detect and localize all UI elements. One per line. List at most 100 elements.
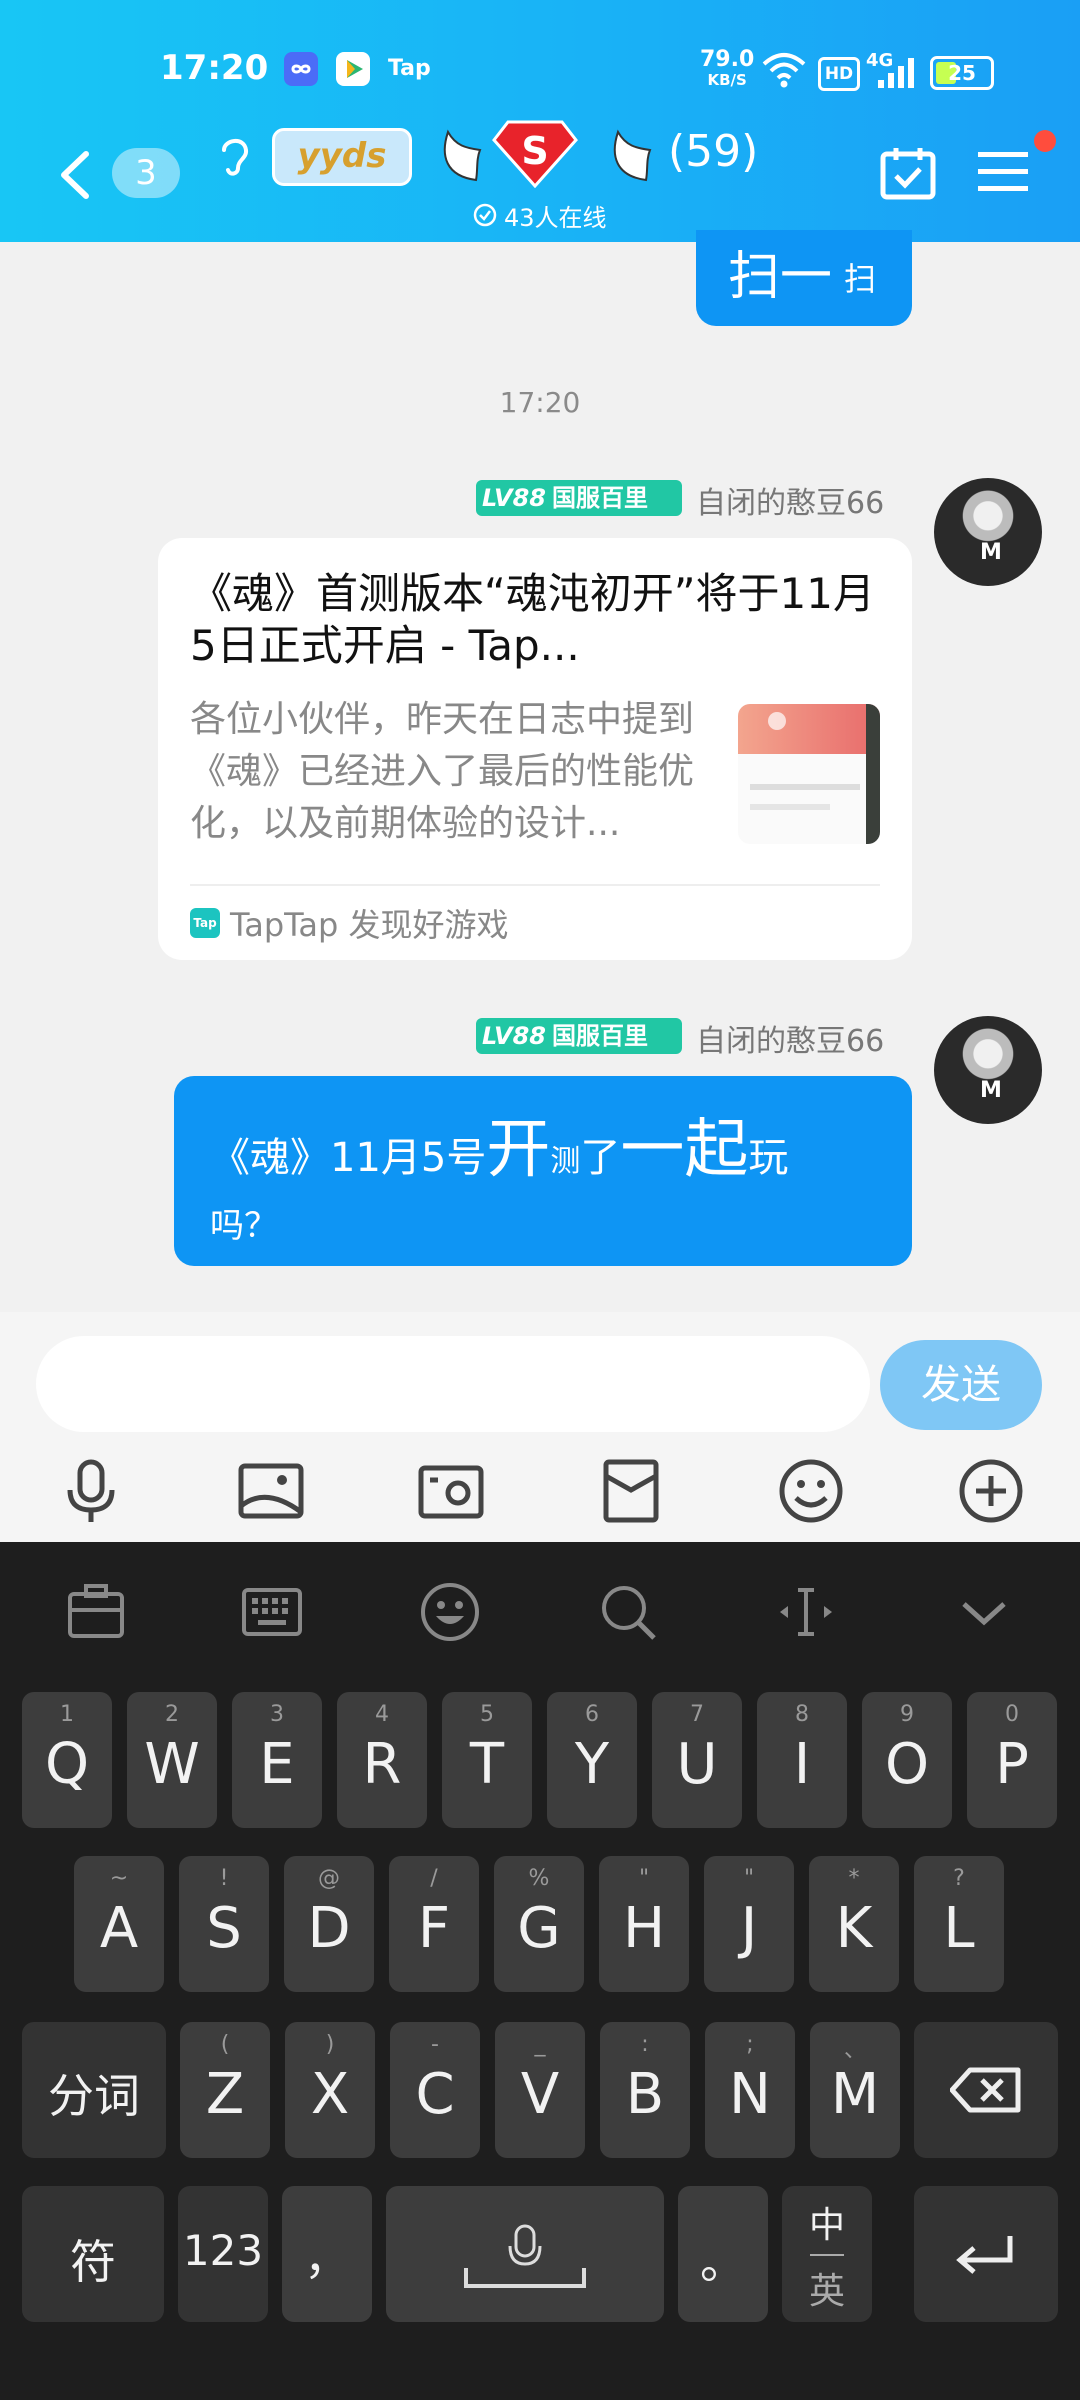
key-v[interactable]: _ V xyxy=(495,2022,585,2158)
calendar-check-icon[interactable] xyxy=(880,146,936,204)
avatar[interactable]: M xyxy=(934,478,1042,586)
key-t[interactable]: 5T xyxy=(442,1692,532,1828)
key-h[interactable]: " H xyxy=(599,1856,689,1992)
period-key[interactable]: 。 xyxy=(678,2186,768,2322)
symbol-key[interactable]: 符 xyxy=(22,2186,164,2322)
key-n[interactable]: ; N xyxy=(705,2022,795,2158)
cursor-icon[interactable] xyxy=(774,1580,838,1644)
key-hint: ? xyxy=(953,1866,965,1891)
key-label: A xyxy=(99,1896,139,1961)
key-label: C xyxy=(415,2062,455,2127)
plus-icon[interactable] xyxy=(956,1456,1026,1526)
language-switch-key[interactable]: 中 英 xyxy=(782,2186,872,2322)
key-hint: 2 xyxy=(165,1702,179,1727)
key-f[interactable]: / F xyxy=(389,1856,479,1992)
key-g[interactable]: % G xyxy=(494,1856,584,1992)
key-hint: 9 xyxy=(900,1702,914,1727)
sender-nickname[interactable]: 自闭的憨豆66 xyxy=(696,1016,884,1060)
keyboard-icon[interactable] xyxy=(240,1580,304,1644)
key-hint: " xyxy=(638,1866,650,1891)
key-hint: ( xyxy=(220,2032,230,2057)
member-count: (59) xyxy=(668,126,759,177)
key-x[interactable]: ) X xyxy=(285,2022,375,2158)
search-icon[interactable] xyxy=(596,1580,660,1644)
microphone-icon[interactable] xyxy=(56,1456,126,1526)
key-hint: 4 xyxy=(375,1702,389,1727)
key-e[interactable]: 3E xyxy=(232,1692,322,1828)
key-hint: 6 xyxy=(585,1702,599,1727)
key-p[interactable]: 0P xyxy=(967,1692,1057,1828)
taptap-icon: Tap xyxy=(190,908,220,938)
key-label: B xyxy=(625,2062,665,2127)
message-input[interactable] xyxy=(36,1336,870,1432)
online-count: 43人在线 xyxy=(504,204,607,232)
title-tag: 国服百里 xyxy=(546,480,682,516)
back-icon[interactable] xyxy=(56,148,96,206)
key-j[interactable]: " J xyxy=(704,1856,794,1992)
link-card[interactable]: 《魂》首测版本“魂沌初开”将于11月5日正式开启 - Tap... 各位小伙伴，… xyxy=(158,538,912,960)
key-z[interactable]: (Z xyxy=(180,2022,270,2158)
segment-key[interactable]: 分词 xyxy=(22,2022,166,2158)
card-title: 《魂》首测版本“魂沌初开”将于11月5日正式开启 - Tap... xyxy=(190,569,875,670)
emoji-icon[interactable] xyxy=(776,1456,846,1526)
key-label: H xyxy=(622,1896,666,1961)
key-hint: 5 xyxy=(480,1702,494,1727)
key-u[interactable]: 7U xyxy=(652,1692,742,1828)
avatar[interactable]: M xyxy=(934,1016,1042,1124)
previous-message-bubble[interactable]: 扫一 扫 xyxy=(696,230,912,326)
key-c[interactable]: -C xyxy=(390,2022,480,2158)
key-s[interactable]: ! S xyxy=(179,1856,269,1992)
key-o[interactable]: 9O xyxy=(862,1692,952,1828)
clipboard-icon[interactable] xyxy=(64,1580,128,1644)
key-d[interactable]: @ D xyxy=(284,1856,374,1992)
key-i[interactable]: 8I xyxy=(757,1692,847,1828)
space-key[interactable] xyxy=(386,2186,664,2322)
key-label: W xyxy=(144,1732,200,1797)
number-key[interactable]: 123 xyxy=(178,2186,268,2322)
backspace-key[interactable] xyxy=(914,2022,1058,2158)
key-q[interactable]: 1Q xyxy=(22,1692,112,1828)
key-label: V xyxy=(520,2062,560,2127)
unread-count-badge[interactable]: 3 xyxy=(112,148,180,198)
ear-icon[interactable] xyxy=(216,130,252,186)
emoji-icon[interactable] xyxy=(418,1580,482,1644)
collapse-icon[interactable] xyxy=(952,1580,1016,1644)
menu-icon[interactable] xyxy=(978,150,1028,198)
key-label: D xyxy=(307,1896,351,1961)
message-timestamp: 17:20 xyxy=(499,386,581,419)
key-y[interactable]: 6Y xyxy=(547,1692,637,1828)
key-l[interactable]: ? L xyxy=(914,1856,1004,1992)
wing-right-icon xyxy=(606,126,656,186)
key-a[interactable]: ~ A xyxy=(74,1856,164,1992)
key-w[interactable]: 2W xyxy=(127,1692,217,1828)
sender-nickname[interactable]: 自闭的憨豆66 xyxy=(696,478,884,522)
red-packet-icon[interactable] xyxy=(596,1456,666,1526)
key-m[interactable]: 、 M xyxy=(810,2022,900,2158)
key-label: G xyxy=(517,1896,561,1961)
card-thumbnail xyxy=(738,704,880,844)
image-icon[interactable] xyxy=(236,1456,306,1526)
key-hint: / xyxy=(430,1866,438,1891)
key-hint: ; xyxy=(746,2032,754,2057)
tap-status-label: Tap xyxy=(388,56,431,81)
camera-icon[interactable] xyxy=(416,1456,486,1526)
key-label: U xyxy=(676,1732,718,1797)
key-hint: 3 xyxy=(270,1702,284,1727)
key-r[interactable]: 4R xyxy=(337,1692,427,1828)
send-button[interactable]: 发送 xyxy=(880,1340,1042,1430)
key-label: N xyxy=(729,2062,771,2127)
text-message-bubble[interactable]: 《魂》11月5号开测了一起玩 吗？ xyxy=(174,1076,912,1266)
key-label: S xyxy=(206,1896,242,1961)
key-label: O xyxy=(884,1732,930,1797)
key-b[interactable]: :B xyxy=(600,2022,690,2158)
key-hint: - xyxy=(431,2032,439,2057)
net-speed: 79.0 KB/S xyxy=(700,47,755,90)
signal-icon xyxy=(876,58,916,92)
key-hint: " xyxy=(743,1866,755,1891)
comma-key[interactable]: ， xyxy=(282,2186,372,2322)
key-k[interactable]: * K xyxy=(809,1856,899,1992)
key-hint: ) xyxy=(325,2032,335,2057)
wifi-icon xyxy=(762,52,806,92)
enter-key[interactable] xyxy=(914,2186,1058,2322)
key-label: J xyxy=(740,1896,758,1961)
